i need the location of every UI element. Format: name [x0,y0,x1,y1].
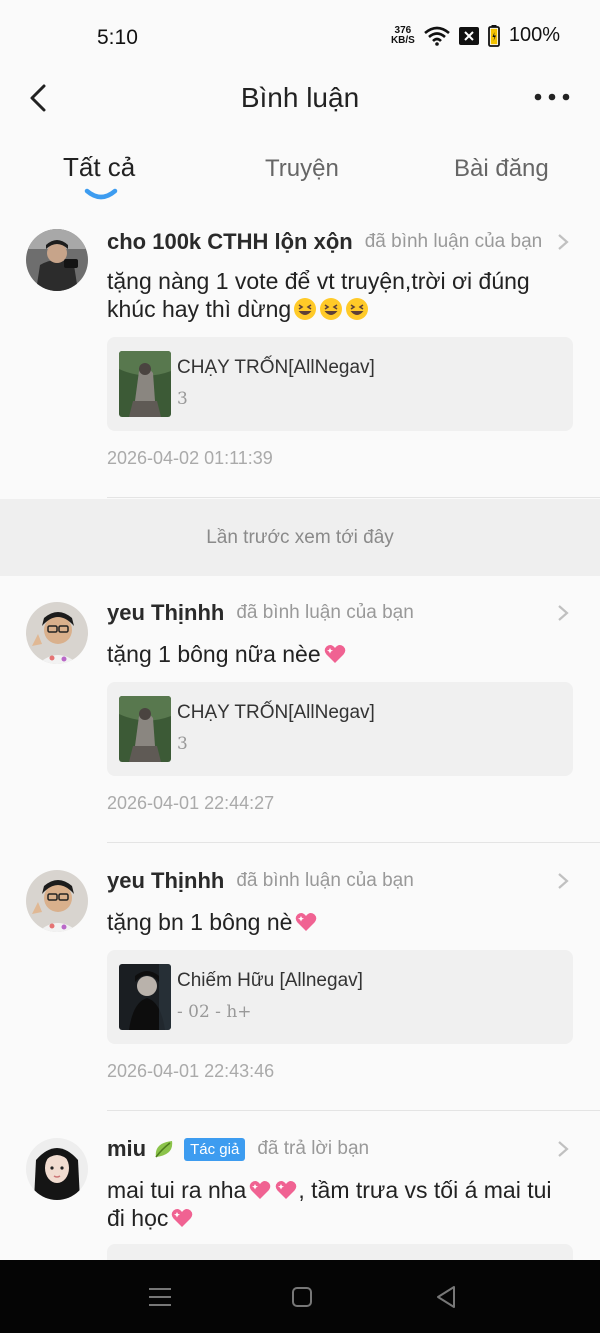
comment-text: mai tui ra nha, tầm trưa vs tối á mai tu… [107,1177,552,1231]
sim-off-icon [458,26,479,45]
timestamp: 2026-04-01 22:44:27 [107,793,275,813]
comment-header: yeu Thịnhh đã bình luận của bạn [107,866,570,896]
network-speed: 376 KB/S [390,24,415,46]
chevron-right-icon[interactable] [556,603,570,623]
username[interactable]: miu [107,1136,146,1162]
sparkling-heart-icon [324,645,345,663]
tab-bar: Tất cả Truyện Bài đăng [0,146,600,202]
nav-header: Bình luận [0,74,600,124]
comment-item[interactable]: cho 100k CTHH lộn xộn đã bình luận của b… [0,227,600,499]
comment-item[interactable]: yeu Thịnhh đã bình luận của bạn tặng bn … [0,866,600,1112]
home-icon[interactable] [287,1282,317,1312]
grinning-squinting-face-icon [294,298,317,320]
tab-stories[interactable]: Truyện [265,155,339,183]
grinning-squinting-face-icon [320,298,343,320]
timestamp: 2026-04-01 22:43:46 [107,1061,275,1081]
action-text: đã bình luận của bạn [236,870,414,891]
sparkling-heart-icon [296,913,317,931]
username[interactable]: yeu Thịnhh [107,868,224,894]
story-card[interactable]: CHẠY TRỐN[AllNegav] 3 [107,682,573,776]
chapter-label: 3 [177,734,188,754]
divider [107,1110,600,1111]
timestamp: 2026-04-02 01:11:39 [107,448,273,468]
story-card[interactable]: Chiếm Hữu [Allnegav] - 02 - h+ [107,950,573,1044]
story-title: Chiếm Hữu [Allnegav] [177,970,363,991]
grinning-squinting-face-icon [346,298,369,320]
back-triangle-icon[interactable] [432,1282,462,1312]
avatar[interactable] [26,229,88,291]
sparkling-heart-icon [250,1181,271,1199]
story-title: CHẠY TRỐN[AllNegav] [177,357,375,378]
story-cover-image [119,964,171,1030]
chapter-label: - 02 - h+ [177,1002,252,1022]
author-badge: Tác giả [184,1137,246,1161]
divider [107,842,600,843]
story-cover-image [119,351,171,417]
status-icons: 376 KB/S 100% [391,24,560,47]
status-time: 5:10 [97,26,138,49]
divider [107,497,600,498]
chevron-left-icon [30,84,46,112]
system-nav-bar [0,1260,600,1333]
story-card[interactable]: CHẠY TRỐN[AllNegav] 3 [107,337,573,431]
chapter-label: 3 [177,389,188,409]
comment-header: yeu Thịnhh đã bình luận của bạn [107,598,570,628]
action-text: đã bình luận của bạn [364,231,543,252]
chevron-right-icon[interactable] [556,1139,570,1159]
story-cover-image [119,696,171,762]
avatar[interactable] [26,870,88,932]
last-seen-marker: Lần trước xem tới đây [0,499,600,576]
sparkling-heart-icon [276,1181,297,1199]
action-text: đã trả lời bạn [257,1138,370,1159]
chevron-right-icon[interactable] [556,232,570,252]
comment-text: tặng bn 1 bông nè [107,908,564,936]
comment-text: tặng nàng 1 vote để vt truyện,trời ơi đú… [107,268,530,322]
story-card[interactable] [107,1244,573,1260]
active-tab-indicator [84,188,118,200]
comment-item[interactable]: yeu Thịnhh đã bình luận của bạn tặng 1 b… [0,598,600,844]
avatar[interactable] [26,602,88,664]
avatar[interactable] [26,1138,88,1200]
battery-icon [487,24,500,47]
action-text: đã bình luận của bạn [236,602,414,623]
chevron-right-icon[interactable] [556,871,570,891]
tab-posts[interactable]: Bài đăng [454,155,549,183]
wifi-icon [424,26,450,46]
username[interactable]: yeu Thịnhh [107,600,224,626]
comment-text: tặng 1 bông nữa nèe [107,640,564,668]
more-horizontal-icon [534,93,570,101]
status-bar: 5:10 376 KB/S 100% [0,0,600,74]
comment-header: miu Tác giả đã trả lời bạn [107,1134,570,1164]
page-title: Bình luận [240,82,360,113]
leaf-icon [155,1141,173,1158]
story-title: CHẠY TRỐN[AllNegav] [177,702,375,723]
tab-all[interactable]: Tất cả [63,152,135,183]
sparkling-heart-icon [172,1209,193,1227]
back-button[interactable] [22,80,54,116]
menu-icon[interactable] [145,1282,175,1312]
battery-percent: 100% [508,24,560,46]
comment-header: cho 100k CTHH lộn xộn đã bình luận của b… [107,227,570,257]
username[interactable]: cho 100k CTHH lộn xộn [107,229,353,255]
more-options-button[interactable] [532,82,572,112]
comment-item[interactable]: miu Tác giả đã trả lời bạn mai tui ra nh… [0,1134,600,1260]
